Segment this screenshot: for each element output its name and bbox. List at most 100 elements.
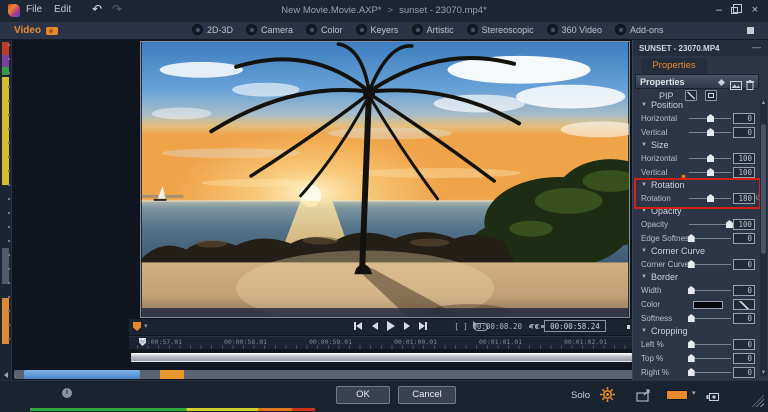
step-back-button[interactable] <box>372 322 378 330</box>
slider-track[interactable] <box>687 368 731 376</box>
properties-section-header: Properties <box>635 74 759 90</box>
slider-track[interactable] <box>689 128 731 136</box>
close-button[interactable]: × <box>752 3 758 17</box>
slider-handle[interactable] <box>707 128 714 136</box>
tab-color[interactable]: Color <box>306 24 343 35</box>
app-window: File Edit ↶ ↷ New Movie.Movie.AXP* > sunse… <box>0 0 768 412</box>
ok-button[interactable]: OK <box>336 386 390 404</box>
minimize-button[interactable]: – <box>716 3 722 17</box>
slider-track[interactable] <box>689 194 731 202</box>
section-header-rotation[interactable]: ▼ Rotation <box>635 180 759 192</box>
section-header-corner-curve[interactable]: ▼ Corner Curve <box>635 246 759 258</box>
solo-label[interactable]: Solo <box>571 390 590 401</box>
slider-handle[interactable] <box>707 154 714 162</box>
slider-handle[interactable] <box>725 220 733 228</box>
export-icon[interactable] <box>636 389 653 407</box>
value-box[interactable]: 100 <box>733 153 755 164</box>
property-row-width: Width 0 <box>635 284 759 298</box>
video-tab-label: Video <box>14 25 42 36</box>
video-preview[interactable] <box>140 41 630 318</box>
tab-video[interactable]: Video <box>14 25 59 36</box>
slider-track[interactable] <box>689 220 733 228</box>
marker-dropdown-icon[interactable]: ▾ <box>144 322 148 330</box>
restore-button[interactable] <box>731 4 742 14</box>
diamond-icon[interactable] <box>717 78 726 87</box>
section-label: Size <box>651 140 669 150</box>
slider-track[interactable] <box>687 354 731 362</box>
clip-bar[interactable] <box>131 353 632 362</box>
tab-artistic[interactable]: Artistic <box>411 24 454 35</box>
section-label: Cropping <box>651 326 688 336</box>
value-box[interactable]: 0 <box>733 113 755 124</box>
value-box[interactable]: 0 <box>733 339 755 350</box>
slider-track[interactable] <box>687 234 731 242</box>
value-box[interactable]: 100 <box>733 219 755 230</box>
swatch-dropdown-icon[interactable]: ▾ <box>692 389 696 397</box>
scrollbar-thumb[interactable] <box>761 124 766 254</box>
tab-camera[interactable]: Camera <box>246 24 293 35</box>
play-button[interactable] <box>387 321 395 331</box>
section-header-size[interactable]: ▼ Size <box>635 140 759 152</box>
section-header-border[interactable]: ▼ Border <box>635 272 759 284</box>
panel-collapse-button[interactable]: — <box>752 42 761 52</box>
navigator-arrow-icon[interactable] <box>4 372 8 378</box>
compare-view-icon[interactable] <box>706 390 721 408</box>
value-box[interactable]: 0 <box>733 233 755 244</box>
tab-keyers[interactable]: Keyers <box>355 24 399 35</box>
slider-handle[interactable] <box>687 286 695 294</box>
slider-track[interactable] <box>687 340 731 348</box>
value-box[interactable]: 100 <box>733 167 755 178</box>
value-box[interactable]: 0 <box>733 285 755 296</box>
value-box[interactable]: 0 <box>733 259 755 270</box>
tab-add-ons[interactable]: Add-ons <box>614 24 664 35</box>
value-box[interactable]: 0 <box>733 313 755 324</box>
info-icon[interactable]: i <box>62 388 72 398</box>
keyframe-indicator[interactable] <box>681 174 686 179</box>
step-forward-button[interactable] <box>404 322 410 330</box>
slider-handle[interactable] <box>687 368 695 376</box>
tab-list: 2D-3D Camera Color Keyers Artistic Stereoscop… <box>192 24 664 35</box>
value-box[interactable]: 0 <box>733 127 755 138</box>
timecode-box[interactable]: 00:00:58.24 <box>544 320 606 332</box>
tab-2d-3d[interactable]: 2D-3D <box>192 24 233 35</box>
scroll-down-icon[interactable]: ▼ <box>760 370 767 376</box>
color-swatch[interactable] <box>693 301 723 309</box>
track-minimap-strip[interactable] <box>0 40 12 380</box>
slider-track[interactable] <box>689 168 731 176</box>
panel-toggle-icon[interactable] <box>747 27 754 34</box>
value-box[interactable]: 0 <box>733 367 755 378</box>
value-box[interactable]: 180 <box>733 193 755 204</box>
scroll-up-icon[interactable]: ▲ <box>760 100 767 106</box>
slider-handle[interactable] <box>687 354 695 362</box>
marker-icon[interactable] <box>133 322 141 331</box>
slider-track[interactable] <box>689 154 731 162</box>
panel-scrollbar[interactable]: ▲ ▼ <box>760 100 767 376</box>
go-to-start-button[interactable] <box>354 322 362 330</box>
tab-stereoscopic[interactable]: Stereoscopic <box>466 24 534 35</box>
slider-track[interactable] <box>687 260 731 268</box>
navigator-clip-marker[interactable] <box>160 370 184 379</box>
slider-handle[interactable] <box>707 114 714 122</box>
timeline-navigator[interactable] <box>4 370 634 379</box>
tab-360-video[interactable]: 360 Video <box>546 24 602 35</box>
cancel-button[interactable]: Cancel <box>398 386 456 404</box>
gear-icon[interactable] <box>600 387 615 407</box>
color-picker-button[interactable] <box>733 299 755 310</box>
section-header-position[interactable]: ▼ Position <box>635 100 759 112</box>
slider-handle[interactable] <box>707 194 714 202</box>
go-to-end-button[interactable] <box>419 322 427 330</box>
navigator-view-region[interactable] <box>24 370 140 379</box>
slider-track[interactable] <box>687 314 731 322</box>
slider-handle[interactable] <box>687 314 695 322</box>
section-header-cropping[interactable]: ▼ Cropping <box>635 326 759 338</box>
timeline-ruler[interactable]: 00:00:57.01 00:00:58.01 00:00:59.01 00:01:0… <box>129 336 634 349</box>
tab-properties[interactable]: Properties <box>641 58 707 74</box>
value-box[interactable]: 0 <box>733 353 755 364</box>
slider-track[interactable] <box>687 286 731 294</box>
window-resize-handle[interactable] <box>752 395 764 407</box>
background-color-swatch[interactable] <box>666 390 688 400</box>
slider-handle[interactable] <box>687 340 695 348</box>
section-header-opacity[interactable]: ▼ Opacity <box>635 206 759 218</box>
slider-track[interactable] <box>689 114 731 122</box>
slider-handle[interactable] <box>707 168 714 176</box>
